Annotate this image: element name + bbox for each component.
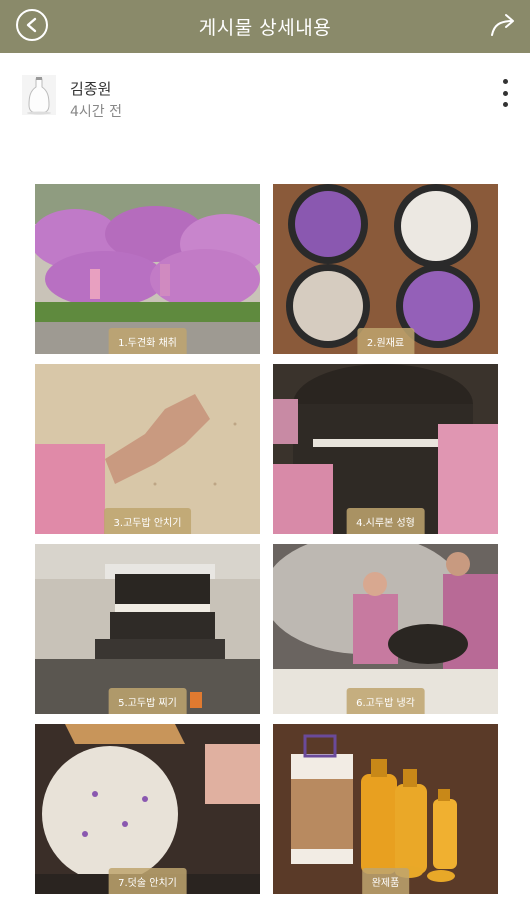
post-author: 김종원 4시간 전 bbox=[22, 75, 512, 127]
avatar[interactable] bbox=[22, 75, 56, 115]
author-name[interactable]: 김종원 bbox=[70, 78, 111, 99]
gallery-caption: 4.시루본 성형 bbox=[346, 508, 425, 534]
gallery-caption: 완제품 bbox=[361, 868, 410, 894]
gallery-item-steamer-sealing[interactable]: 4.시루본 성형 bbox=[273, 364, 498, 534]
gallery-caption: 7.덧술 안치기 bbox=[108, 868, 187, 894]
gallery-caption: 3.고두밥 안치기 bbox=[103, 508, 192, 534]
gallery-item-rice-setting[interactable]: 3.고두밥 안치기 bbox=[35, 364, 260, 534]
more-options-button[interactable] bbox=[500, 79, 510, 107]
dot-icon bbox=[502, 102, 508, 107]
app-header: 게시물 상세내용 bbox=[0, 0, 530, 53]
gallery-caption: 2.원재료 bbox=[356, 328, 415, 354]
post-time: 4시간 전 bbox=[70, 104, 122, 120]
gallery-item-final-product[interactable]: 완제품 bbox=[273, 724, 498, 894]
gallery-item-rice-steaming[interactable]: 5.고두밥 찌기 bbox=[35, 544, 260, 714]
gallery-item-rice-cooling[interactable]: 6.고두밥 냉각 bbox=[273, 544, 498, 714]
page-title: 게시물 상세내용 bbox=[198, 17, 332, 39]
gallery-caption: 5.고두밥 찌기 bbox=[108, 688, 187, 714]
chevron-left-icon bbox=[26, 17, 37, 33]
dot-icon bbox=[502, 90, 508, 96]
gallery-item-ingredients[interactable]: 2.원재료 bbox=[273, 184, 498, 354]
share-icon[interactable] bbox=[490, 13, 516, 37]
gallery-item-flower-picking[interactable]: 1.두견화 채취 bbox=[35, 184, 260, 354]
back-button[interactable] bbox=[16, 9, 48, 41]
gallery-caption: 1.두견화 채취 bbox=[108, 328, 187, 354]
gallery-caption: 6.고두밥 냉각 bbox=[346, 688, 425, 714]
gallery-item-second-brew[interactable]: 7.덧술 안치기 bbox=[35, 724, 260, 894]
dot-icon bbox=[502, 79, 508, 84]
